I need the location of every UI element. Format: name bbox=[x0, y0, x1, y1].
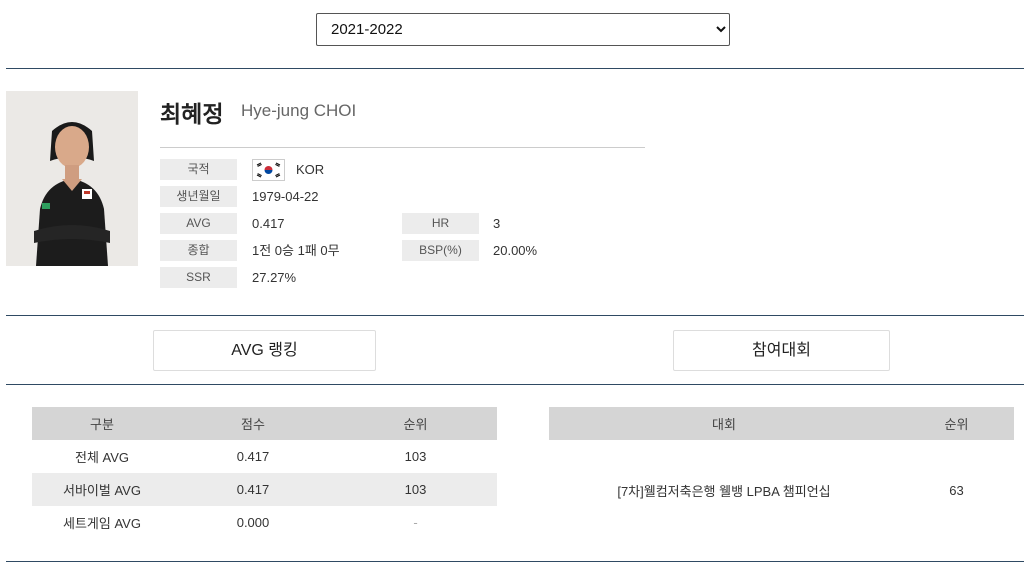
name-divider bbox=[160, 147, 645, 148]
player-name-english: Hye-jung CHOI bbox=[241, 101, 357, 120]
birth-value: 1979-04-22 bbox=[252, 189, 319, 204]
nationality-value: KOR bbox=[296, 162, 325, 177]
table-row[interactable]: [7차]웰컴저축은행 웰뱅 LPBA 챔피언십 63 bbox=[549, 440, 1014, 540]
table-cell: 103 bbox=[404, 449, 427, 464]
player-photo bbox=[6, 91, 138, 266]
table-row: 전체 AVG 0.417 103 bbox=[32, 440, 497, 473]
table-cell: 103 bbox=[334, 473, 497, 506]
divider-bottom bbox=[6, 561, 1024, 562]
tab-tournaments[interactable]: 참여대회 bbox=[673, 330, 890, 371]
table-cell: 세트게임 AVG bbox=[63, 516, 141, 531]
bsp-label: BSP(%) bbox=[402, 240, 479, 261]
bsp-value: 20.00% bbox=[493, 243, 538, 258]
record-label: 종합 bbox=[160, 240, 237, 261]
korea-flag-icon bbox=[252, 159, 285, 181]
table-header-row: 대회 순위 bbox=[549, 407, 1014, 440]
tournament-rank: 63 bbox=[949, 482, 964, 498]
table-row: 서바이벌 AVG 0.417 103 bbox=[32, 473, 497, 506]
column-header: 구분 bbox=[32, 407, 172, 440]
table-cell: 0.000 bbox=[236, 515, 270, 530]
hr-value: 3 bbox=[493, 216, 501, 231]
column-header: 순위 bbox=[334, 407, 497, 440]
table-cell: 전체 AVG bbox=[74, 450, 130, 465]
ssr-label: SSR bbox=[160, 267, 237, 288]
nationality-label: 국적 bbox=[160, 159, 237, 180]
table-cell: 0.417 bbox=[236, 449, 270, 464]
column-header: 대회 bbox=[549, 407, 899, 440]
birth-label: 생년월일 bbox=[160, 186, 237, 207]
season-select[interactable]: 2021-2022 bbox=[316, 13, 730, 46]
divider-tabs bbox=[6, 384, 1024, 385]
table-header-row: 구분 점수 순위 bbox=[32, 407, 497, 440]
table-row: 세트게임 AVG 0.000 - bbox=[32, 506, 497, 539]
avg-value: 0.417 bbox=[252, 216, 285, 231]
divider-profile bbox=[6, 315, 1024, 316]
record-value: 1전 0승 1패 0무 bbox=[252, 243, 340, 258]
divider-top bbox=[6, 68, 1024, 69]
table-cell: 0.417 bbox=[172, 473, 334, 506]
avg-ranking-table: 구분 점수 순위 전체 AVG 0.417 103 서바이벌 AVG 0.417… bbox=[32, 407, 497, 539]
tournament-name[interactable]: [7차]웰컴저축은행 웰뱅 LPBA 챔피언십 bbox=[549, 440, 899, 540]
hr-label: HR bbox=[402, 213, 479, 234]
tournament-table: 대회 순위 [7차]웰컴저축은행 웰뱅 LPBA 챔피언십 63 bbox=[549, 407, 1014, 540]
ssr-value: 27.27% bbox=[252, 270, 297, 285]
player-name-korean: 최혜정 bbox=[160, 101, 224, 127]
avg-label: AVG bbox=[160, 213, 237, 234]
table-cell: - bbox=[413, 515, 418, 530]
tab-avg-ranking[interactable]: AVG 랭킹 bbox=[153, 330, 376, 371]
table-cell: 서바이벌 AVG bbox=[32, 473, 172, 506]
column-header: 순위 bbox=[899, 407, 1014, 440]
column-header: 점수 bbox=[172, 407, 334, 440]
